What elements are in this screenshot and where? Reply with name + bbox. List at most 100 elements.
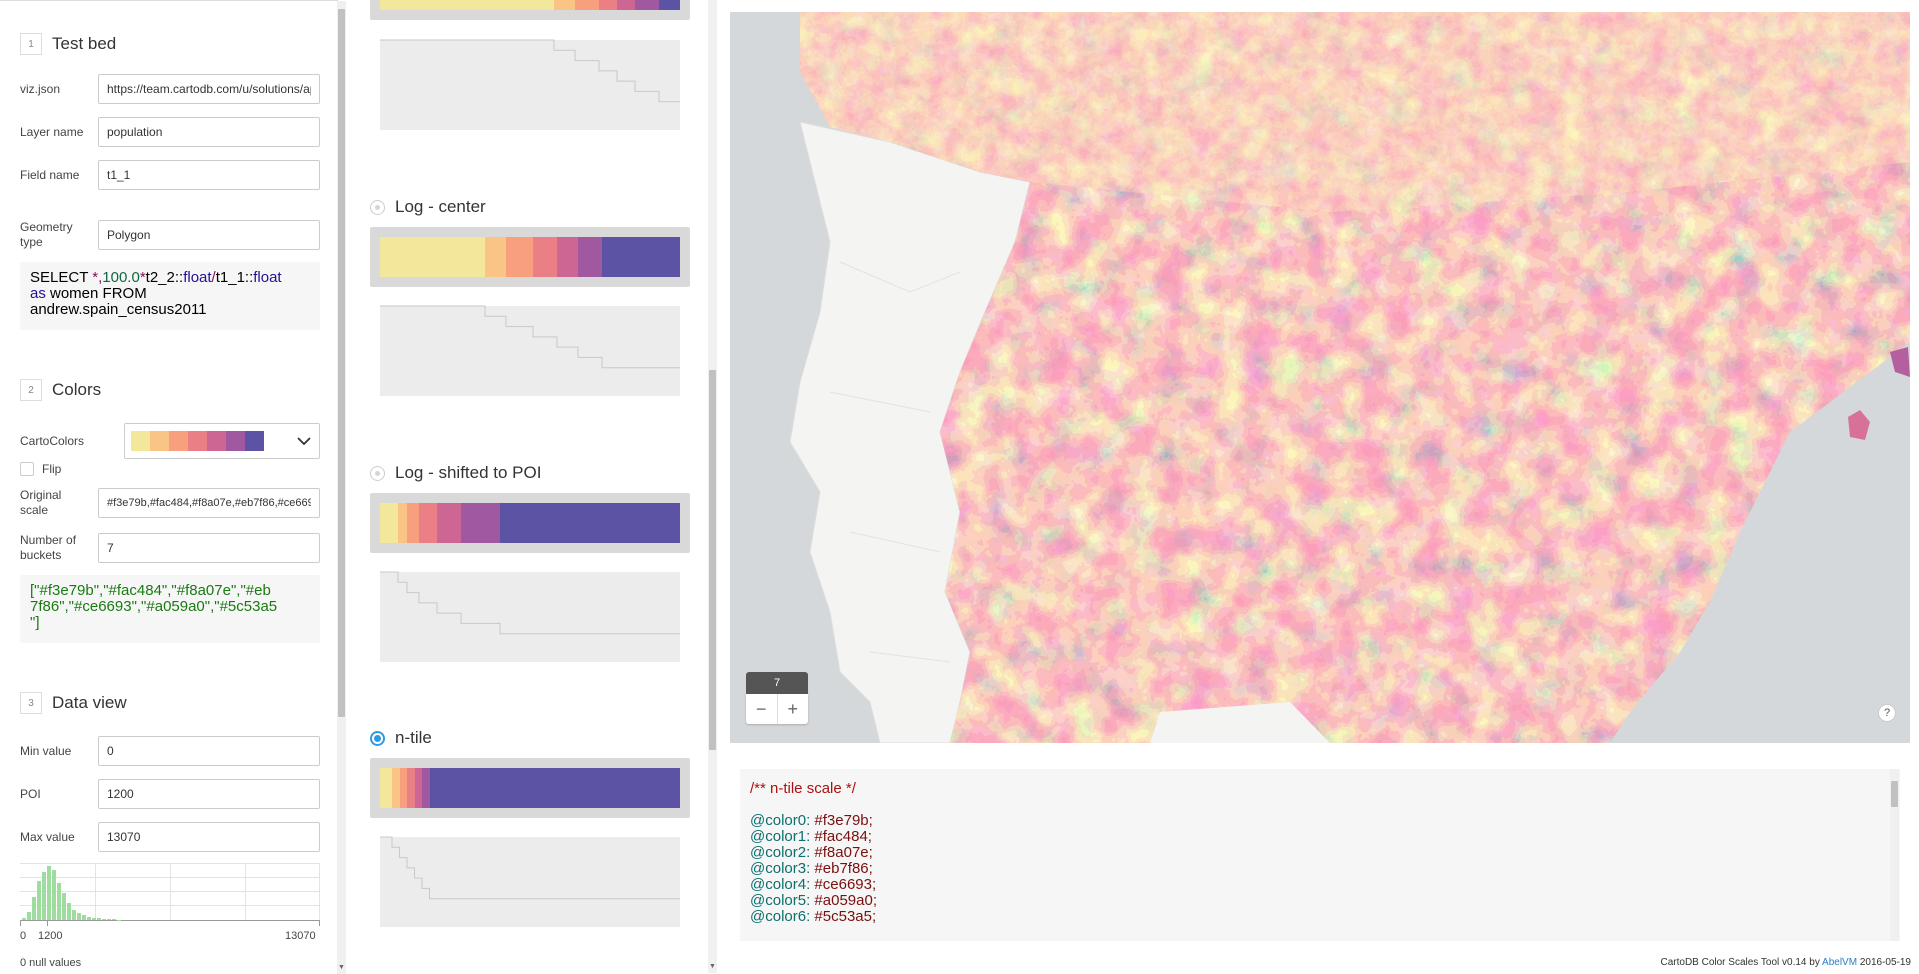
palette-swatch xyxy=(131,431,150,451)
left-panel-content: 1 Test bed viz.json Layer name Field nam… xyxy=(0,1,330,974)
zoom-out-button[interactable]: − xyxy=(746,694,778,724)
scroll-down-icon[interactable]: ▼ xyxy=(337,963,346,972)
grid-line xyxy=(20,891,320,892)
ramp-segment xyxy=(557,237,578,277)
output-scrollbar[interactable] xyxy=(1890,769,1899,941)
output-line: @color0: #f3e79b; xyxy=(750,813,873,829)
histogram xyxy=(20,863,320,921)
output-comment: /** n-tile scale */ xyxy=(750,781,856,797)
layer-name-input[interactable] xyxy=(98,117,320,147)
layer-name-label: Layer name xyxy=(20,125,90,140)
choropleth-map[interactable] xyxy=(730,12,1910,743)
ramp-segment xyxy=(533,237,557,277)
ramp-segment xyxy=(407,768,415,808)
vizjson-input[interactable] xyxy=(98,74,320,104)
buckets-label: Number of buckets xyxy=(20,533,90,563)
flip-label: Flip xyxy=(42,462,61,476)
ramp-segment xyxy=(380,768,392,808)
histogram-bar xyxy=(97,918,101,920)
option-log-center[interactable]: Log - center xyxy=(370,197,486,217)
scrollbar-thumb[interactable] xyxy=(709,370,716,750)
option-title: Log - shifted to POI xyxy=(395,463,541,483)
cartocss-output[interactable]: /** n-tile scale */ @color0: #f3e79b;@co… xyxy=(740,769,1900,941)
help-icon[interactable]: ? xyxy=(1878,704,1896,722)
scrollbar-thumb[interactable] xyxy=(1891,781,1898,807)
geometry-type-label: Geometry type xyxy=(20,220,82,250)
radio-button-selected[interactable] xyxy=(370,731,385,746)
palette-select[interactable] xyxy=(124,423,320,459)
max-value-input[interactable] xyxy=(98,822,320,852)
ramp-segment xyxy=(430,768,681,808)
map-view[interactable]: 7 − + ? xyxy=(730,12,1910,743)
option-ntile[interactable]: n-tile xyxy=(370,728,432,748)
color-ramp xyxy=(380,768,680,808)
scroll-down-icon[interactable]: ▼ xyxy=(708,962,717,971)
section-number: 2 xyxy=(20,379,42,401)
palette-swatch xyxy=(188,431,207,451)
scale-curve xyxy=(380,570,680,662)
histogram-bar xyxy=(22,918,26,920)
sql-table: andrew.spain_census2011 xyxy=(30,301,207,318)
scrollbar-thumb[interactable] xyxy=(338,9,345,717)
section-testbed-header: 1 Test bed xyxy=(20,33,116,55)
field-name-input[interactable] xyxy=(98,160,320,190)
ramp-segment xyxy=(380,237,485,277)
left-scrollbar[interactable] xyxy=(337,1,346,974)
histogram-bar xyxy=(92,918,96,920)
css-value: #a059a0; xyxy=(810,892,877,909)
histogram-bar xyxy=(87,917,91,920)
curve-area xyxy=(380,306,680,396)
ramp-log-center[interactable] xyxy=(370,227,690,287)
ramp-segment xyxy=(437,503,461,543)
histogram-bar xyxy=(77,913,81,920)
option-log-shifted[interactable]: Log - shifted to POI xyxy=(370,463,541,483)
axis-max-label: 13070 xyxy=(285,930,316,942)
scale-curve-svg xyxy=(380,570,680,662)
radio-button[interactable] xyxy=(370,466,385,481)
ramp-linear[interactable] xyxy=(370,0,690,20)
author-link[interactable]: AbelVM xyxy=(1822,957,1857,968)
axis-tick xyxy=(20,920,21,926)
flip-checkbox[interactable] xyxy=(20,462,34,476)
scale-options-panel: Log - center Log - shifted to POI n-tile xyxy=(352,0,708,973)
css-value: #f3e79b; xyxy=(810,812,873,829)
sql-star: *, xyxy=(92,269,102,286)
zoom-in-button[interactable]: + xyxy=(778,694,809,724)
zoom-buttons: − + xyxy=(746,694,808,724)
curve-area xyxy=(380,572,680,662)
ramp-log-shifted[interactable] xyxy=(370,493,690,553)
histogram-bar xyxy=(112,919,116,920)
original-scale-input[interactable] xyxy=(98,488,320,518)
colors-json-output[interactable]: ["#f3e79b","#fac484","#f8a07e","#eb 7f86… xyxy=(20,575,320,643)
curve-top-edge xyxy=(380,570,680,572)
sql-t2: t2_2:: xyxy=(146,269,184,286)
chevron-down-icon[interactable] xyxy=(293,430,315,452)
ramp-segment xyxy=(635,0,659,10)
sql-float2: float xyxy=(253,269,281,286)
css-variable: @color3: xyxy=(750,860,810,877)
ramp-segment xyxy=(617,0,635,10)
poi-input[interactable] xyxy=(98,779,320,809)
palette-swatches xyxy=(131,431,264,451)
css-variable: @color2: xyxy=(750,844,810,861)
histogram-bar xyxy=(42,872,46,920)
section-title: Colors xyxy=(52,380,101,400)
ramp-segment xyxy=(398,503,407,543)
min-value-input[interactable] xyxy=(98,736,320,766)
buckets-input[interactable] xyxy=(98,533,320,563)
sql-editor[interactable]: SELECT *,100.0*t2_2::float/t1_1::float a… xyxy=(20,262,320,330)
css-value: #fac484; xyxy=(810,828,872,845)
section-colors-header: 2 Colors xyxy=(20,379,101,401)
scale-curve-svg xyxy=(380,835,680,927)
footer-date: 2016-05-19 xyxy=(1857,957,1911,968)
output-line: @color1: #fac484; xyxy=(750,829,872,845)
ramp-ntile[interactable] xyxy=(370,758,690,818)
radio-button[interactable] xyxy=(370,200,385,215)
middle-scrollbar[interactable] xyxy=(708,0,717,973)
axis-min-label: 0 xyxy=(20,930,26,942)
css-value: #ce6693; xyxy=(810,876,876,893)
color-ramp xyxy=(380,0,680,10)
geometry-type-input[interactable] xyxy=(98,220,320,250)
ramp-segment xyxy=(554,0,575,10)
histogram-bar xyxy=(57,883,61,920)
